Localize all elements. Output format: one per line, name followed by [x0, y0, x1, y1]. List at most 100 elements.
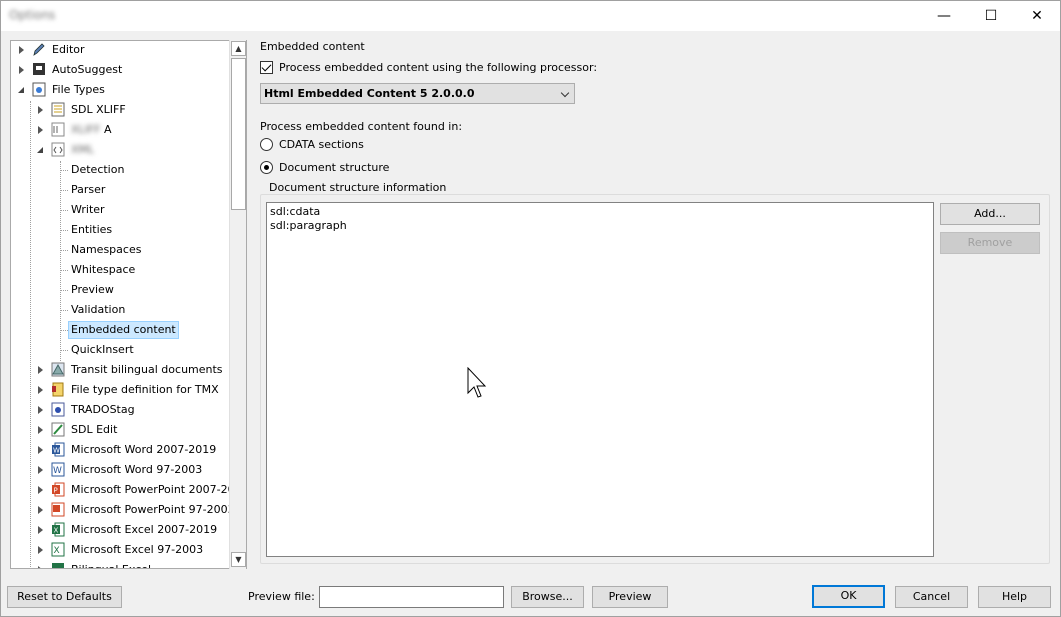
- expand-icon[interactable]: [38, 406, 43, 414]
- cdata-sections-radio[interactable]: [260, 138, 273, 151]
- tree-item-powerpoint-97[interactable]: Microsoft PowerPoint 97-2003: [11, 500, 235, 520]
- expand-icon[interactable]: [38, 506, 43, 514]
- minimize-button[interactable]: —: [921, 1, 967, 31]
- expand-icon[interactable]: [38, 426, 43, 434]
- tradostag-icon: [51, 402, 65, 417]
- svg-text:P: P: [54, 487, 58, 495]
- expand-icon[interactable]: [38, 386, 43, 394]
- expand-icon[interactable]: [38, 546, 43, 554]
- tree-item-entities[interactable]: Entities: [11, 220, 211, 240]
- expand-icon[interactable]: [38, 566, 43, 568]
- tree-item-bilingual-excel[interactable]: Bilingual Excel: [11, 560, 231, 568]
- reset-to-defaults-button[interactable]: Reset to Defaults: [7, 586, 122, 608]
- add-button[interactable]: Add...: [940, 203, 1040, 225]
- preview-file-label: Preview file:: [248, 590, 315, 603]
- tree-item-xml[interactable]: XML: [11, 140, 231, 160]
- xliff-icon: [51, 102, 65, 117]
- tree-item-label: Microsoft PowerPoint 2007-20: [71, 483, 235, 496]
- tree-item-detection[interactable]: Detection: [11, 160, 211, 180]
- word-icon: W: [52, 442, 65, 457]
- tree-item-label: SDL Edit: [71, 423, 118, 436]
- tree-item-label: Detection: [71, 163, 125, 176]
- tree-item-word-97[interactable]: W Microsoft Word 97-2003: [11, 460, 231, 480]
- expand-icon[interactable]: [38, 486, 43, 494]
- tree-item-namespaces[interactable]: Namespaces: [11, 240, 211, 260]
- tree-item-sdl-xliff[interactable]: SDL XLIFF: [11, 100, 231, 120]
- tree-item-label: AutoSuggest: [52, 63, 123, 76]
- preview-file-input[interactable]: [319, 586, 504, 608]
- tree-item-label: Whitespace: [71, 263, 136, 276]
- tree-item-editor[interactable]: Editor: [11, 41, 231, 60]
- tree-item-quickinsert[interactable]: QuickInsert: [11, 340, 211, 360]
- excel-icon: [52, 563, 64, 568]
- tree-item-autosuggest[interactable]: AutoSuggest: [11, 60, 231, 80]
- process-embedded-checkbox[interactable]: [260, 61, 273, 74]
- tree-item-label: TRADOStag: [71, 403, 135, 416]
- options-dialog: Options — ☐ ✕ Editor AutoSuggest File Ty…: [0, 0, 1061, 617]
- tree-item-file-types[interactable]: File Types: [11, 80, 231, 100]
- expand-icon[interactable]: [19, 66, 24, 74]
- collapse-icon[interactable]: [37, 147, 44, 154]
- tree-item-label: Validation: [71, 303, 126, 316]
- close-button[interactable]: ✕: [1014, 1, 1060, 31]
- tree-item-xliff-a[interactable]: XLIFF A: [11, 120, 231, 140]
- close-icon: ✕: [1031, 8, 1043, 24]
- maximize-button[interactable]: ☐: [968, 1, 1014, 31]
- processor-dropdown[interactable]: Html Embedded Content 5 2.0.0.0: [260, 83, 575, 104]
- tree-item-sdl-edit[interactable]: SDL Edit: [11, 420, 231, 440]
- transit-icon: [51, 362, 65, 377]
- collapse-icon[interactable]: [18, 87, 25, 94]
- tree-item-label: Microsoft Word 97-2003: [71, 463, 203, 476]
- excel-old-icon: X: [51, 542, 65, 557]
- tmx-icon: [52, 382, 64, 397]
- preview-button[interactable]: Preview: [592, 586, 668, 608]
- expand-icon[interactable]: [19, 46, 24, 54]
- document-structure-radio[interactable]: [260, 161, 273, 174]
- tree-scrollbar[interactable]: ▲ ▼: [229, 40, 246, 569]
- tree-item-parser[interactable]: Parser: [11, 180, 211, 200]
- tree-item-label: Embedded content: [68, 321, 179, 339]
- scroll-thumb[interactable]: [231, 58, 246, 210]
- tree-item-embedded-content[interactable]: Embedded content: [11, 320, 211, 340]
- expand-icon[interactable]: [38, 366, 43, 374]
- ok-button[interactable]: OK: [812, 585, 885, 608]
- expand-icon[interactable]: [38, 106, 43, 114]
- process-embedded-label: Process embedded content using the follo…: [279, 61, 598, 74]
- tree-item-label: XLIFF A: [71, 123, 112, 136]
- svg-text:X: X: [54, 546, 60, 556]
- tree-item-tmx[interactable]: File type definition for TMX: [11, 380, 231, 400]
- expand-icon[interactable]: [38, 446, 43, 454]
- expand-icon[interactable]: [38, 466, 43, 474]
- scroll-down-button[interactable]: ▼: [231, 552, 246, 567]
- tree-item-tradostag[interactable]: TRADOStag: [11, 400, 231, 420]
- excel-icon: X: [52, 522, 65, 537]
- svg-text:X: X: [54, 527, 59, 535]
- list-item[interactable]: sdl:paragraph: [270, 219, 930, 233]
- tree-item-whitespace[interactable]: Whitespace: [11, 260, 211, 280]
- tree-item-label: Microsoft Word 2007-2019: [71, 443, 217, 456]
- remove-button[interactable]: Remove: [940, 232, 1040, 254]
- document-structure-list[interactable]: sdl:cdata sdl:paragraph: [266, 202, 934, 557]
- tree-item-powerpoint-2007[interactable]: P Microsoft PowerPoint 2007-20: [11, 480, 235, 500]
- cancel-button[interactable]: Cancel: [895, 586, 968, 608]
- tree-item-label: Namespaces: [71, 243, 142, 256]
- title-bar: Options — ☐ ✕: [1, 1, 1060, 31]
- tree-item-transit[interactable]: Transit bilingual documents: [11, 360, 231, 380]
- scroll-up-button[interactable]: ▲: [231, 41, 246, 56]
- help-button[interactable]: Help: [978, 586, 1051, 608]
- tree-item-label: QuickInsert: [71, 343, 134, 356]
- tree-item-word-2007[interactable]: W Microsoft Word 2007-2019: [11, 440, 231, 460]
- browse-button[interactable]: Browse...: [511, 586, 584, 608]
- tree-item-label: Microsoft Excel 2007-2019: [71, 523, 218, 536]
- tree-item-writer[interactable]: Writer: [11, 200, 211, 220]
- list-item[interactable]: sdl:cdata: [270, 205, 930, 219]
- expand-icon[interactable]: [38, 126, 43, 134]
- tree-item-preview[interactable]: Preview: [11, 280, 211, 300]
- tree-item-excel-97[interactable]: X Microsoft Excel 97-2003: [11, 540, 231, 560]
- tree-item-label: Editor: [52, 43, 85, 56]
- expand-icon[interactable]: [38, 526, 43, 534]
- tree-item-excel-2007[interactable]: X Microsoft Excel 2007-2019: [11, 520, 231, 540]
- options-tree: Editor AutoSuggest File Types SDL XLIFF …: [10, 40, 247, 569]
- tree-item-validation[interactable]: Validation: [11, 300, 211, 320]
- cdata-sections-label: CDATA sections: [279, 138, 364, 151]
